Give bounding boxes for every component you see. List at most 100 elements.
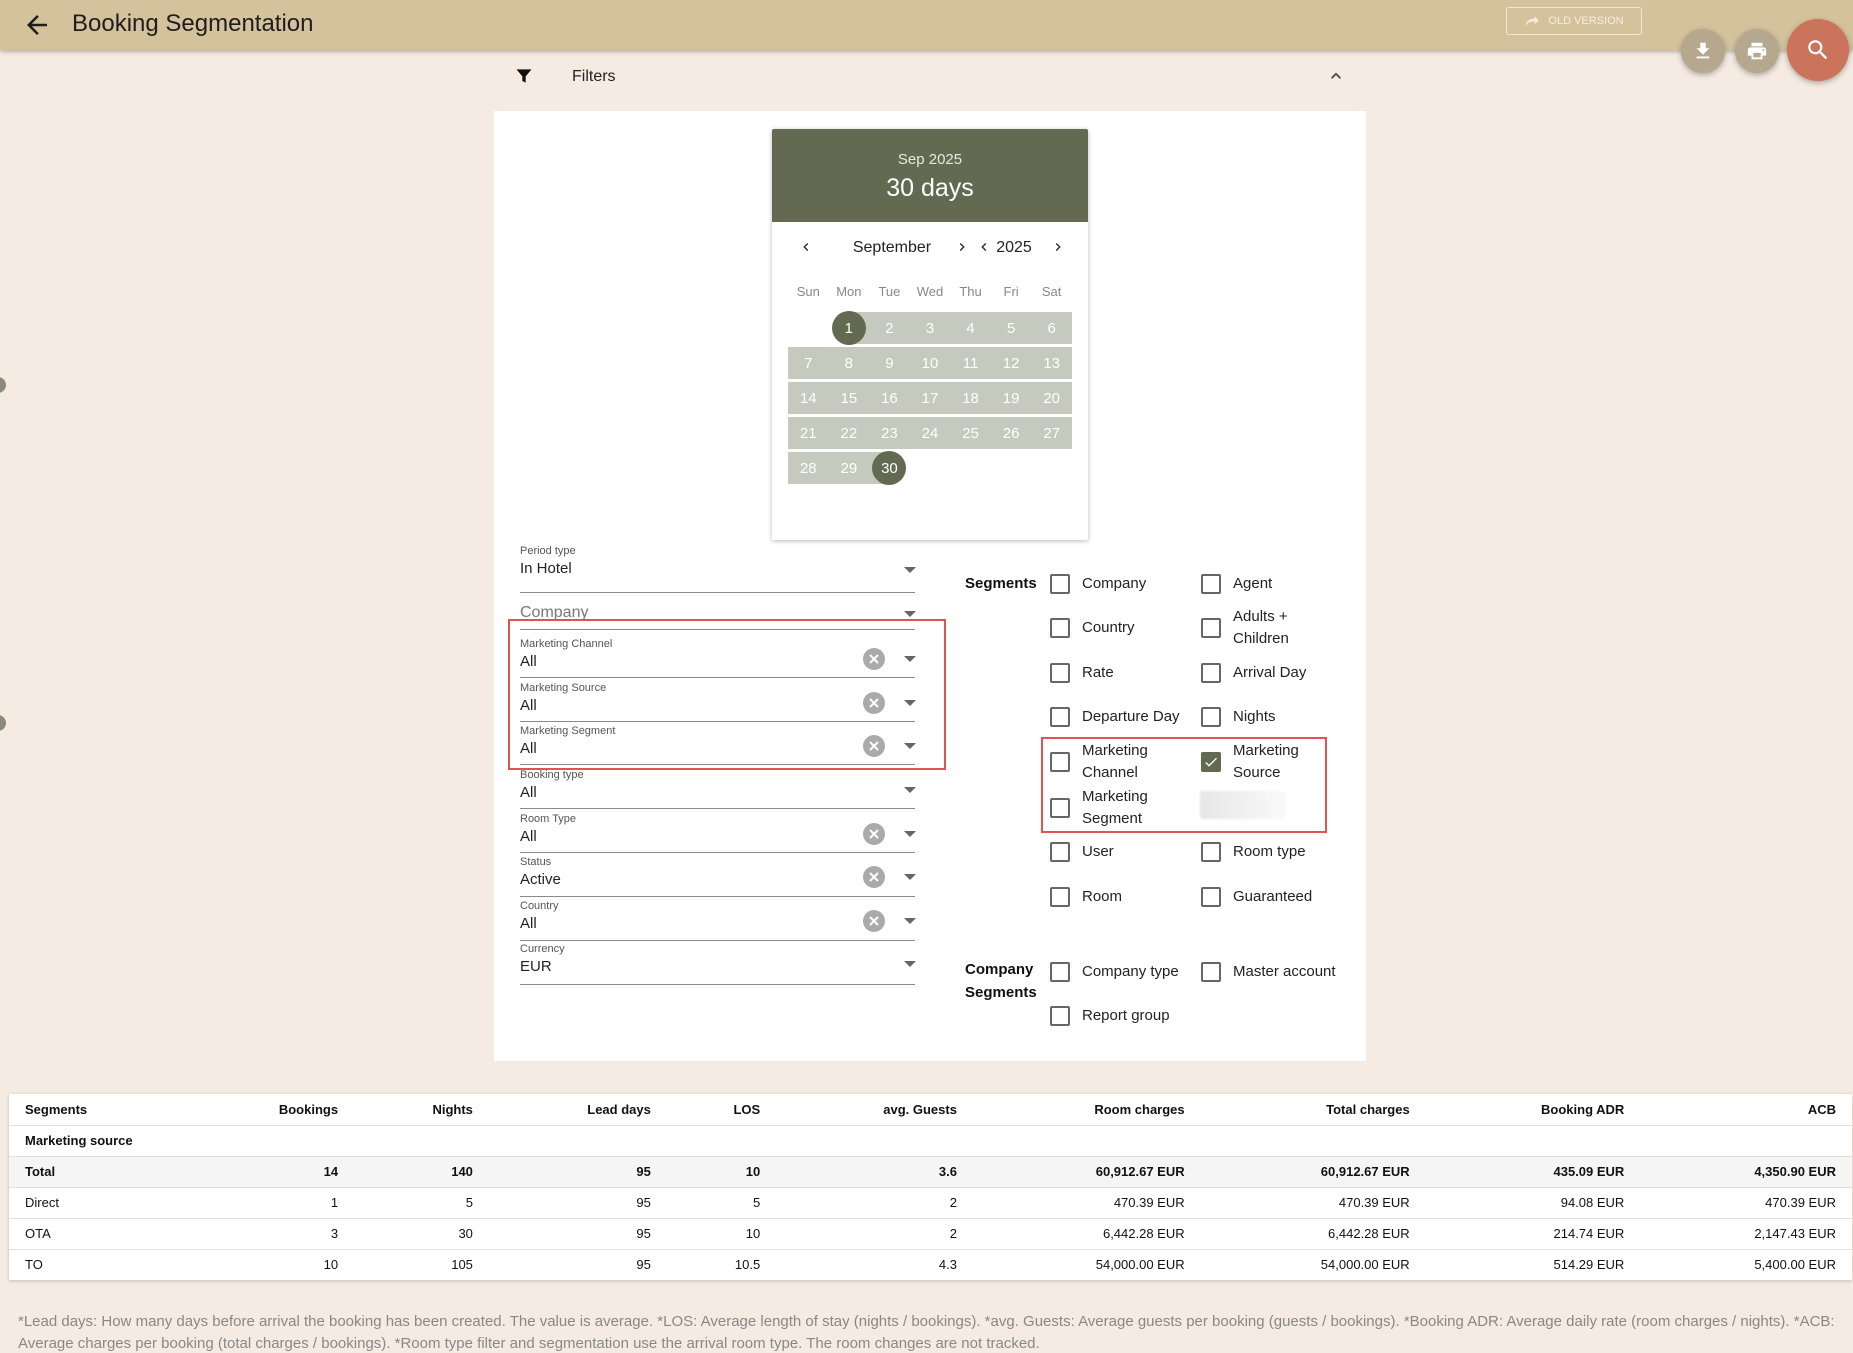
segment-adults-children[interactable]: Adults + Children — [1201, 606, 1303, 650]
column-header[interactable]: Room charges — [973, 1094, 1201, 1125]
calendar-day[interactable]: 3 — [909, 312, 951, 344]
column-header[interactable]: Bookings — [184, 1094, 354, 1125]
filters-header[interactable]: Filters — [494, 56, 1366, 96]
calendar-day[interactable]: 5 — [990, 312, 1032, 344]
checkbox[interactable] — [1050, 707, 1070, 727]
app-header: Booking Segmentation OLD VERSION — [0, 0, 1853, 50]
calendar-day[interactable]: 17 — [909, 382, 951, 414]
calendar-day[interactable]: 1 — [828, 311, 870, 345]
segment-arrival-day[interactable]: Arrival Day — [1201, 662, 1306, 684]
segment-room[interactable]: Room — [1050, 886, 1122, 908]
column-header[interactable]: Total charges — [1201, 1094, 1426, 1125]
checkbox[interactable] — [1050, 962, 1070, 982]
next-year-icon[interactable] — [1050, 239, 1066, 260]
segment-country[interactable]: Country — [1050, 617, 1135, 639]
prev-month-icon[interactable] — [798, 239, 814, 260]
calendar-day[interactable]: 2 — [869, 312, 910, 344]
segment-user[interactable]: User — [1050, 841, 1114, 863]
column-header[interactable]: Nights — [354, 1094, 489, 1125]
calendar-day[interactable]: 26 — [990, 417, 1032, 449]
filters-panel: Sep 2025 30 days September 2025 Sun Mon Tu… — [494, 111, 1366, 1061]
prev-year-icon[interactable] — [976, 239, 992, 260]
calendar-day[interactable]: 14 — [788, 382, 829, 414]
calendar-day[interactable]: 28 — [788, 452, 829, 484]
calendar-day[interactable]: 16 — [869, 382, 910, 414]
calendar-day[interactable]: 18 — [950, 382, 991, 414]
calendar-day[interactable]: 19 — [990, 382, 1032, 414]
checkbox[interactable] — [1201, 663, 1221, 683]
room-type-select[interactable]: Room Type All — [520, 813, 916, 853]
table-cell: 514.29 EUR — [1425, 1248, 1641, 1280]
company-segment-report-group[interactable]: Report group — [1050, 1005, 1170, 1027]
calendar-day[interactable]: 12 — [990, 347, 1032, 379]
checkbox[interactable] — [1201, 574, 1221, 594]
side-handle[interactable] — [0, 377, 6, 393]
calendar-day[interactable]: 29 — [828, 452, 870, 484]
checkbox[interactable] — [1050, 618, 1070, 638]
segment-company[interactable]: Company — [1050, 573, 1146, 595]
column-header[interactable]: Lead days — [489, 1094, 667, 1125]
status-select[interactable]: Status Active — [520, 856, 916, 897]
calendar-week: 14 15 16 17 18 19 20 — [788, 381, 1072, 416]
checkbox[interactable] — [1201, 842, 1221, 862]
calendar-day[interactable]: 20 — [1031, 382, 1072, 414]
calendar-day[interactable]: 24 — [909, 417, 951, 449]
back-arrow-icon[interactable] — [22, 10, 52, 40]
checkbox[interactable] — [1050, 842, 1070, 862]
calendar-day[interactable]: 13 — [1031, 347, 1072, 379]
download-button[interactable] — [1681, 29, 1725, 73]
clear-icon[interactable] — [863, 823, 885, 845]
calendar-day[interactable]: 6 — [1031, 312, 1072, 344]
calendar-day[interactable]: 15 — [828, 382, 870, 414]
table-cell: 105 — [354, 1248, 489, 1280]
segment-rate[interactable]: Rate — [1050, 662, 1114, 684]
calendar-day[interactable]: 27 — [1031, 417, 1072, 449]
checkbox[interactable] — [1201, 887, 1221, 907]
period-type-select[interactable]: Period type In Hotel — [520, 545, 916, 593]
column-header[interactable]: LOS — [667, 1094, 776, 1125]
checkbox[interactable] — [1050, 1006, 1070, 1026]
weekday-label: Mon — [836, 284, 862, 299]
search-button[interactable] — [1787, 19, 1849, 81]
side-handle[interactable] — [0, 715, 6, 731]
calendar-day[interactable]: 9 — [869, 347, 910, 379]
checkbox[interactable] — [1201, 618, 1221, 638]
company-segment-master-account[interactable]: Master account — [1201, 961, 1336, 983]
segment-label: Arrival Day — [1233, 664, 1307, 681]
column-header[interactable]: ACB — [1640, 1094, 1852, 1125]
next-month-icon[interactable] — [954, 239, 970, 260]
calendar-day[interactable]: 8 — [828, 347, 870, 379]
calendar-day[interactable]: 4 — [950, 312, 991, 344]
print-button[interactable] — [1735, 29, 1779, 73]
clear-icon[interactable] — [863, 866, 885, 888]
country-select[interactable]: Country All — [520, 900, 916, 941]
calendar-day[interactable]: 21 — [788, 417, 829, 449]
segment-room-type[interactable]: Room type — [1201, 841, 1306, 863]
clear-icon[interactable] — [863, 910, 885, 932]
checkbox[interactable] — [1050, 887, 1070, 907]
company-segment-company-type[interactable]: Company type — [1050, 961, 1179, 983]
calendar-day[interactable]: 7 — [788, 347, 829, 379]
column-header[interactable]: Booking ADR — [1426, 1094, 1641, 1125]
checkbox[interactable] — [1201, 962, 1221, 982]
booking-type-select[interactable]: Booking type All — [520, 769, 916, 809]
currency-select[interactable]: Currency EUR — [520, 943, 916, 985]
old-version-button[interactable]: OLD VERSION — [1506, 7, 1642, 35]
segment-departure-day[interactable]: Departure Day — [1050, 706, 1180, 728]
chevron-up-icon[interactable] — [1326, 66, 1346, 91]
column-header[interactable]: Segments — [9, 1094, 184, 1125]
calendar-day[interactable]: 30 — [869, 451, 910, 485]
column-header[interactable]: avg. Guests — [776, 1094, 973, 1125]
calendar-day[interactable]: 11 — [950, 347, 991, 379]
calendar-day[interactable]: 23 — [869, 417, 910, 449]
checkbox[interactable] — [1050, 663, 1070, 683]
segment-nights[interactable]: Nights — [1201, 706, 1276, 728]
segment-agent[interactable]: Agent — [1201, 573, 1272, 595]
checkbox[interactable] — [1050, 574, 1070, 594]
calendar-day[interactable]: 10 — [909, 347, 951, 379]
segment-guaranteed[interactable]: Guaranteed — [1201, 886, 1312, 908]
calendar-day[interactable]: 25 — [950, 417, 991, 449]
table-cell: 54,000.00 EUR — [1200, 1248, 1426, 1280]
calendar-day[interactable]: 22 — [828, 417, 870, 449]
checkbox[interactable] — [1201, 707, 1221, 727]
